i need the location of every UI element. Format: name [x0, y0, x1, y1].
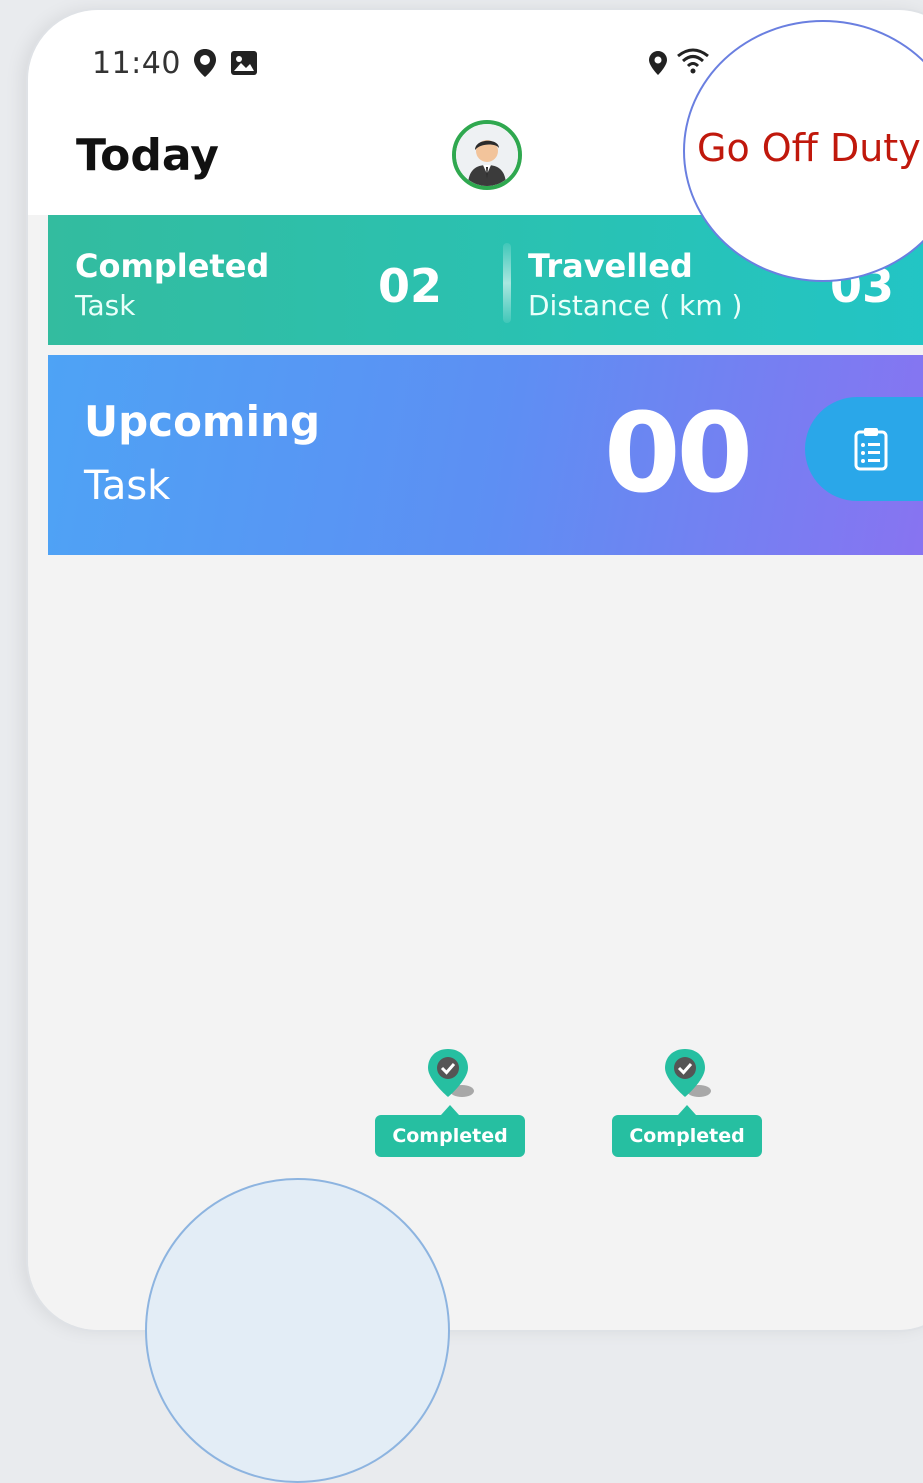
task-list-button[interactable]: [805, 397, 923, 501]
marker-label: Completed: [375, 1105, 525, 1157]
image-icon: [230, 50, 258, 81]
completed-count: 02: [378, 259, 443, 313]
map-view[interactable]: Completed Completed: [28, 555, 923, 1330]
location-icon: [648, 50, 668, 81]
off-duty-label[interactable]: Go Off Duty: [697, 126, 921, 170]
upcoming-subtitle: Task: [84, 463, 171, 509]
task-marker[interactable]: Completed: [375, 1047, 525, 1162]
check-pin-icon: [424, 1047, 480, 1114]
location-icon: [192, 48, 218, 83]
completed-sublabel: Task: [75, 289, 136, 322]
page-title: Today: [76, 130, 219, 181]
marker-label: Completed: [612, 1105, 762, 1157]
status-time: 11:40: [92, 46, 181, 81]
upcoming-count: 00: [604, 389, 753, 517]
travelled-sublabel: Distance ( km ): [528, 289, 743, 322]
wifi-icon: [676, 46, 710, 81]
clipboard-list-icon: [853, 427, 889, 476]
completed-label: Completed: [75, 247, 270, 285]
travelled-label: Travelled: [528, 247, 693, 285]
upcoming-title: Upcoming: [84, 397, 321, 446]
upcoming-task-card[interactable]: Upcoming Task 00: [48, 355, 923, 555]
check-pin-icon: [661, 1047, 717, 1114]
floating-action-circle[interactable]: [145, 1178, 450, 1483]
avatar[interactable]: [452, 120, 522, 190]
stats-divider: [503, 243, 511, 323]
task-marker[interactable]: Completed: [612, 1047, 762, 1162]
